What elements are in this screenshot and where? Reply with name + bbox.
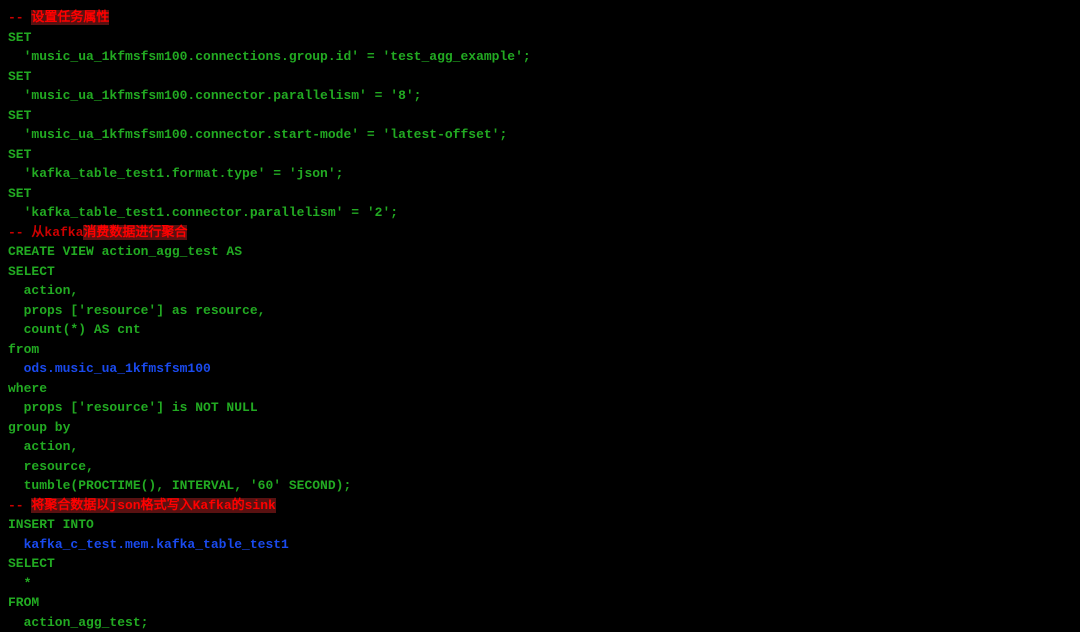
code-span-normal: action, — [8, 283, 78, 298]
code-span-comment: -- — [8, 10, 31, 25]
code-line: kafka_c_test.mem.kafka_table_test1 — [8, 535, 1072, 555]
code-span-normal: 'kafka_table_test1.format.type' = 'json'… — [8, 166, 343, 181]
code-span-keyword: group by — [8, 420, 70, 435]
code-span-keyword: SELECT — [8, 264, 55, 279]
code-span-normal — [8, 361, 24, 376]
code-line: 'kafka_table_test1.format.type' = 'json'… — [8, 164, 1072, 184]
code-span-keyword: SET — [8, 108, 31, 123]
code-span-normal — [8, 537, 24, 552]
code-span-normal: tumble(PROCTIME(), INTERVAL, '60' SECOND… — [8, 478, 351, 493]
code-line: action, — [8, 281, 1072, 301]
code-span-normal: props ['resource'] as resource, — [8, 303, 265, 318]
code-line: 'music_ua_1kfmsfsm100.connector.start-mo… — [8, 125, 1072, 145]
code-line: -- 将聚合数据以json格式写入Kafka的sink — [8, 496, 1072, 516]
code-span-normal: * — [8, 576, 31, 591]
code-line: tumble(PROCTIME(), INTERVAL, '60' SECOND… — [8, 476, 1072, 496]
code-line: 'music_ua_1kfmsfsm100.connections.group.… — [8, 47, 1072, 67]
code-span-keyword: CREATE VIEW action_agg_test AS — [8, 244, 242, 259]
code-span-identifier: kafka_c_test.mem.kafka_table_test1 — [24, 537, 289, 552]
code-line: FROM — [8, 593, 1072, 613]
code-span-normal: 'music_ua_1kfmsfsm100.connector.start-mo… — [8, 127, 507, 142]
code-span-normal: props ['resource'] is NOT NULL — [8, 400, 258, 415]
code-line: SET — [8, 67, 1072, 87]
code-span-keyword: SET — [8, 69, 31, 84]
code-line: SET — [8, 106, 1072, 126]
code-span-comment: -- — [8, 498, 31, 513]
code-span-keyword: where — [8, 381, 47, 396]
code-span-normal: 'music_ua_1kfmsfsm100.connector.parallel… — [8, 88, 421, 103]
code-line: group by — [8, 418, 1072, 438]
code-span-normal: resource, — [8, 459, 94, 474]
code-span-comment-highlight: 消费数据进行聚合 — [83, 225, 187, 240]
code-span-comment-highlight: 将聚合数据以json格式写入Kafka的sink — [31, 498, 275, 513]
code-line: SET — [8, 28, 1072, 48]
code-span-keyword: INSERT INTO — [8, 517, 94, 532]
code-span-keyword: SET — [8, 186, 31, 201]
code-span-normal: action, — [8, 439, 78, 454]
code-line: SET — [8, 145, 1072, 165]
code-span-keyword: SET — [8, 147, 31, 162]
code-span-comment-highlight: 设置任务属性 — [31, 10, 109, 25]
code-span-identifier: ods.music_ua_1kfmsfsm100 — [24, 361, 211, 376]
code-line: action, — [8, 437, 1072, 457]
code-span-normal: 'music_ua_1kfmsfsm100.connections.group.… — [8, 49, 531, 64]
code-span-keyword: SET — [8, 30, 31, 45]
code-span-keyword: from — [8, 342, 39, 357]
code-span-normal: action_agg_test; — [8, 615, 148, 630]
code-line: where — [8, 379, 1072, 399]
code-line: props ['resource'] as resource, — [8, 301, 1072, 321]
code-line: count(*) AS cnt — [8, 320, 1072, 340]
code-line: SELECT — [8, 554, 1072, 574]
code-line: -- 从kafka消费数据进行聚合 — [8, 223, 1072, 243]
code-span-keyword: SELECT — [8, 556, 55, 571]
code-line: * — [8, 574, 1072, 594]
code-line: 'kafka_table_test1.connector.parallelism… — [8, 203, 1072, 223]
code-line: ods.music_ua_1kfmsfsm100 — [8, 359, 1072, 379]
code-line: -- 设置任务属性 — [8, 8, 1072, 28]
code-line: 'music_ua_1kfmsfsm100.connector.parallel… — [8, 86, 1072, 106]
sql-code-block: -- 设置任务属性SET 'music_ua_1kfmsfsm100.conne… — [8, 8, 1072, 632]
code-span-comment: -- 从kafka — [8, 225, 83, 240]
code-line: action_agg_test; — [8, 613, 1072, 632]
code-line: SELECT — [8, 262, 1072, 282]
code-line: from — [8, 340, 1072, 360]
code-line: INSERT INTO — [8, 515, 1072, 535]
code-span-normal: count(*) AS cnt — [8, 322, 141, 337]
code-line: CREATE VIEW action_agg_test AS — [8, 242, 1072, 262]
code-line: SET — [8, 184, 1072, 204]
code-span-normal: 'kafka_table_test1.connector.parallelism… — [8, 205, 398, 220]
code-span-keyword: FROM — [8, 595, 39, 610]
code-line: props ['resource'] is NOT NULL — [8, 398, 1072, 418]
code-line: resource, — [8, 457, 1072, 477]
